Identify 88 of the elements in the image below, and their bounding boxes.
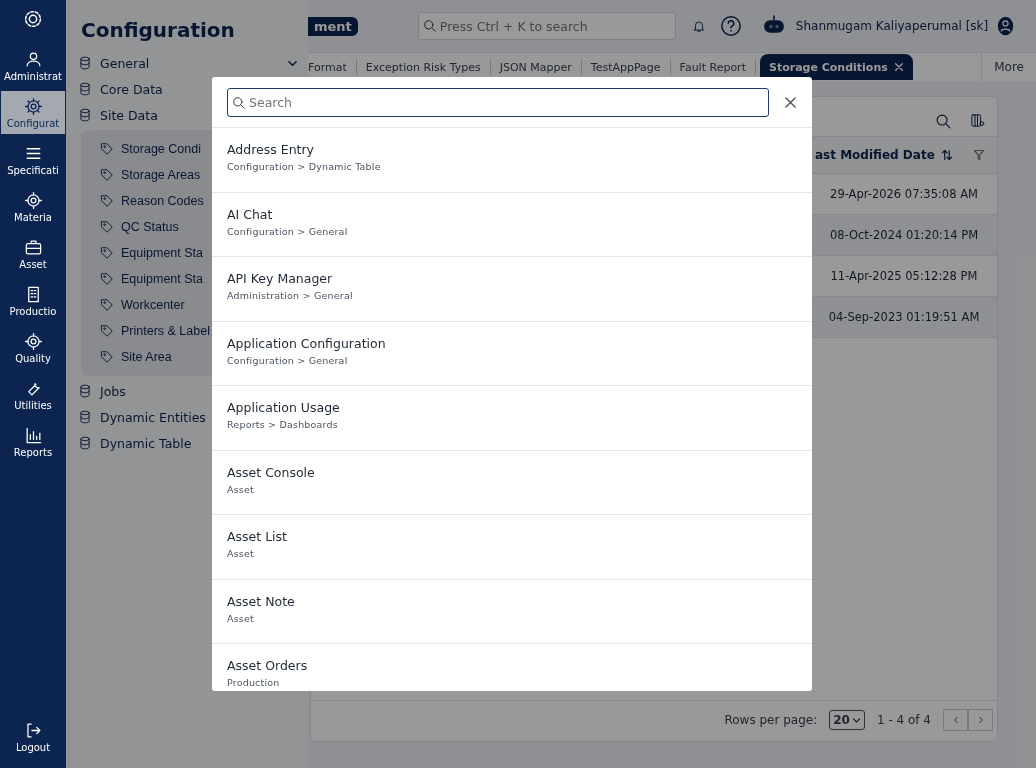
result-path: Configuration > General: [227, 225, 348, 237]
rows-per-page-select[interactable]: 20: [829, 710, 865, 730]
tag-icon: [100, 168, 114, 182]
page-tab[interactable]: Exception Risk Types: [356, 59, 491, 75]
page-tab[interactable]: Format: [308, 59, 357, 75]
database-icon: [78, 108, 92, 122]
page-tab[interactable]: Fault Report: [670, 59, 756, 75]
rail-item[interactable]: Utilities: [1, 373, 65, 416]
tag-icon: [100, 194, 114, 208]
result-path: Production: [227, 677, 280, 688]
close-icon[interactable]: [785, 97, 796, 108]
bell-icon[interactable]: [691, 19, 706, 33]
table-cell: 04-Sep-2023 01:19:51 AM: [811, 297, 997, 338]
rail-item[interactable]: Reports: [1, 420, 65, 463]
logout-button[interactable]: Logout: [1, 715, 65, 758]
tag-icon: [100, 220, 114, 234]
menu-item[interactable]: General: [66, 50, 308, 76]
result-path: Administration > General: [227, 290, 353, 301]
search-result[interactable]: AI Chat Configuration > General: [212, 192, 812, 257]
chevron-right-icon: [976, 716, 985, 724]
page-tab[interactable]: JSON Mapper: [490, 59, 582, 75]
columns-icon[interactable]: [970, 113, 985, 128]
app-badge: ment: [308, 16, 358, 36]
result-title: Asset Note: [227, 593, 295, 609]
more-tabs-button[interactable]: More: [981, 53, 1036, 81]
result-title: Address Entry: [227, 142, 314, 157]
search-icon: [422, 19, 437, 33]
result-path: Configuration > General: [227, 354, 348, 366]
result-title: AI Chat: [227, 206, 273, 222]
user-name: Shanmugam Kaliyaperumal [sk]: [795, 19, 989, 33]
result-title: Asset Orders: [227, 658, 308, 673]
rail-item[interactable]: Specificati: [1, 138, 65, 181]
rail-item[interactable]: Configurat: [1, 91, 65, 134]
result-title: Asset Console: [227, 464, 315, 480]
result-title: API Key Manager: [227, 271, 333, 286]
chevron-down-icon: [851, 715, 861, 725]
search-result[interactable]: API Key Manager Administration > General: [212, 257, 812, 322]
database-icon: [78, 384, 92, 398]
search-icon: [232, 95, 246, 110]
result-path: Asset: [227, 612, 254, 624]
database-icon: [78, 436, 92, 450]
page-range: 1 - 4 of 4: [876, 713, 931, 727]
rail-icon: [23, 190, 43, 210]
result-title: Application Configuration: [227, 335, 386, 351]
tag-icon: [100, 272, 114, 286]
column-header[interactable]: ast Modified Date: [811, 136, 997, 174]
tag-icon: [100, 142, 114, 156]
search-field[interactable]: Search: [227, 88, 769, 117]
rows-per-page-label: Rows per page:: [724, 713, 818, 727]
result-title: Application Usage: [227, 400, 340, 415]
rail-icon: [23, 331, 43, 351]
database-icon: [78, 56, 92, 70]
search-result[interactable]: Asset Console Asset: [212, 450, 812, 515]
help-icon[interactable]: [719, 15, 742, 37]
result-path: Configuration > Dynamic Table: [227, 161, 381, 172]
table-cell: 08-Oct-2024 01:20:14 PM: [811, 215, 997, 256]
result-path: Reports > Dashboards: [227, 419, 338, 430]
rail-item[interactable]: Quality: [1, 326, 65, 369]
filter-icon[interactable]: [973, 149, 985, 161]
result-title: Asset List: [227, 529, 287, 544]
panel-title: Configuration: [81, 18, 236, 42]
search-result[interactable]: Asset Note Asset: [212, 579, 812, 644]
chevron-left-icon: [951, 716, 960, 724]
global-search-field[interactable]: Press Ctrl + K to search: [417, 12, 676, 40]
database-icon: [78, 82, 92, 96]
rail-item[interactable]: Asset: [1, 232, 65, 275]
tag-icon: [100, 246, 114, 260]
search-result[interactable]: Application Configuration Configuration > General: [212, 321, 812, 386]
page-tab[interactable]: Storage Conditions: [759, 54, 913, 80]
rail-item[interactable]: Administrat: [1, 44, 65, 87]
gear-logo-icon: [22, 8, 44, 30]
avatar-icon[interactable]: [997, 15, 1015, 37]
result-path: Asset: [227, 548, 254, 559]
rail-item[interactable]: Materia: [1, 185, 65, 228]
rail-item[interactable]: Productio: [1, 279, 65, 322]
page-tab[interactable]: TestAppPage: [581, 59, 671, 75]
sort-icon[interactable]: [940, 149, 953, 161]
result-path: Asset: [227, 483, 254, 495]
search-result[interactable]: Application Usage Reports > Dashboards: [212, 386, 812, 451]
rail-icon: [23, 96, 43, 116]
search-icon[interactable]: [935, 113, 952, 130]
search-result[interactable]: Asset Orders Production: [212, 644, 812, 691]
tag-icon: [100, 298, 114, 312]
search-result[interactable]: Address Entry Configuration > Dynamic Table: [212, 128, 812, 193]
search-result[interactable]: Asset List Asset: [212, 515, 812, 580]
tag-icon: [100, 350, 114, 364]
tag-icon: [100, 324, 114, 338]
database-icon: [78, 410, 92, 424]
